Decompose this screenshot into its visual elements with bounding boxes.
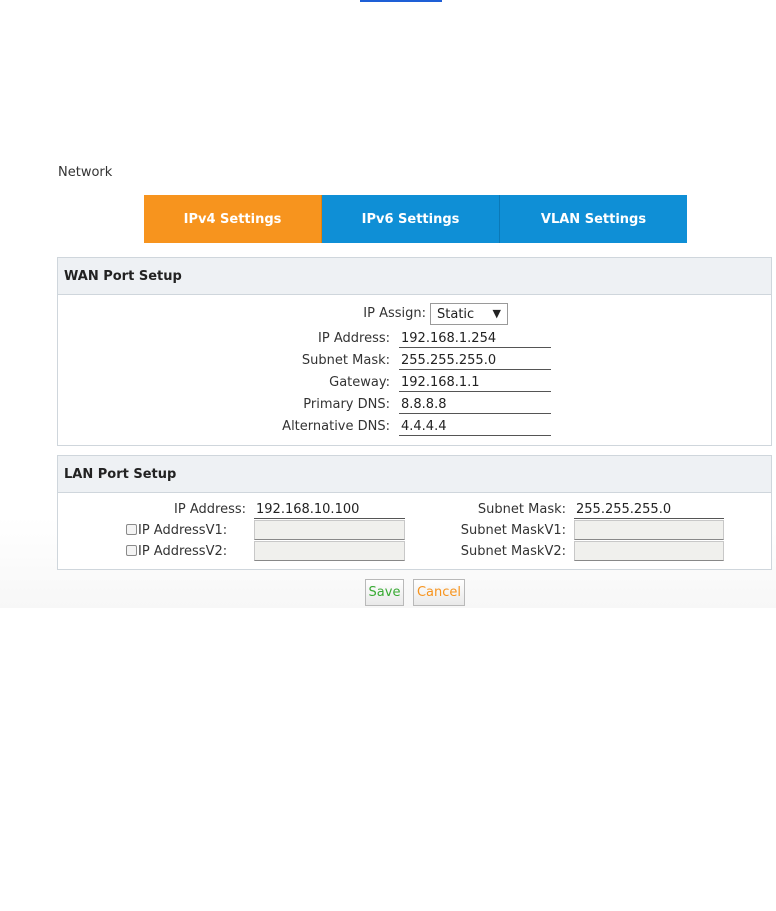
subnet-mask-v1-field[interactable] [574, 520, 724, 540]
wan-ip-address-label: IP Address: [318, 331, 390, 346]
ip-address-v2-checkbox[interactable] [126, 545, 137, 556]
wan-gateway-label: Gateway: [329, 375, 390, 390]
wan-panel-header: WAN Port Setup [58, 258, 771, 295]
ip-address-v2-field[interactable] [254, 541, 405, 561]
subnet-mask-v2-field[interactable] [574, 541, 724, 561]
cancel-button[interactable]: Cancel [413, 579, 465, 606]
lan-ip-address-label: IP Address: [174, 502, 246, 517]
ip-address-v1-checkbox[interactable] [126, 524, 137, 535]
lan-subnet-mask-field[interactable]: 255.255.255.0 [574, 501, 724, 519]
ip-address-v1-label: IP AddressV1: [138, 523, 228, 538]
ip-address-v2-label: IP AddressV2: [138, 544, 228, 559]
wan-ip-assign-select[interactable]: Static ▼ [430, 303, 508, 325]
wan-ip-address-field[interactable]: 192.168.1.254 [399, 330, 551, 348]
lan-subnet-mask-label: Subnet Mask: [477, 502, 566, 517]
wan-primary-dns-field[interactable]: 8.8.8.8 [399, 396, 551, 414]
tab-ipv4-settings[interactable]: IPv4 Settings [144, 195, 322, 243]
tab-vlan-settings[interactable]: VLAN Settings [500, 195, 687, 243]
top-link-underline[interactable] [360, 0, 442, 2]
dropdown-arrow-icon: ▼ [492, 307, 501, 320]
settings-tabs: IPv4 Settings IPv6 Settings VLAN Setting… [144, 195, 687, 243]
tab-ipv6-settings[interactable]: IPv6 Settings [322, 195, 500, 243]
wan-ip-assign-label: IP Assign: [363, 306, 426, 321]
page-title: Network [58, 165, 113, 180]
ip-address-v1-field[interactable] [254, 520, 405, 540]
wan-ip-assign-value: Static [437, 306, 475, 322]
subnet-mask-v2-label: Subnet MaskV2: [460, 544, 566, 559]
wan-subnet-mask-label: Subnet Mask: [301, 353, 390, 368]
save-button[interactable]: Save [365, 579, 404, 606]
wan-subnet-mask-field[interactable]: 255.255.255.0 [399, 352, 551, 370]
wan-alternative-dns-label: Alternative DNS: [282, 419, 390, 434]
subnet-mask-v1-label: Subnet MaskV1: [460, 523, 566, 538]
wan-primary-dns-label: Primary DNS: [303, 397, 390, 412]
lan-ip-address-field[interactable]: 192.168.10.100 [254, 501, 405, 519]
wan-gateway-field[interactable]: 192.168.1.1 [399, 374, 551, 392]
lan-panel-header: LAN Port Setup [58, 456, 771, 493]
wan-alternative-dns-field[interactable]: 4.4.4.4 [399, 418, 551, 436]
